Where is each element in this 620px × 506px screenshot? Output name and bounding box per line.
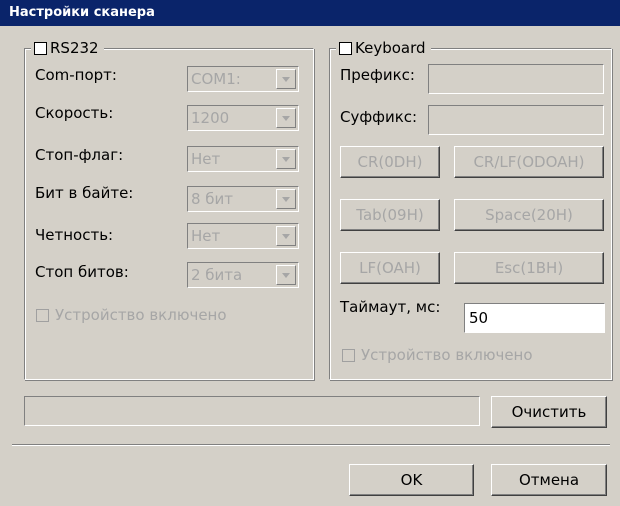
rs232-groupbox: RS232	[24, 38, 314, 380]
clear-button[interactable]: Очистить	[491, 396, 607, 428]
rs232-checkbox[interactable]	[34, 41, 47, 55]
com-port-value: COM1:	[191, 70, 241, 88]
lf-button[interactable]: LF(OAH)	[340, 252, 440, 284]
keyboard-legend: Keyboard	[336, 38, 431, 58]
separator	[12, 444, 610, 446]
esc-button[interactable]: Esc(1BH)	[454, 252, 604, 284]
speed-label: Скорость:	[35, 104, 114, 122]
prefix-label: Префикс:	[340, 66, 415, 84]
tab-button[interactable]: Tab(09H)	[340, 199, 440, 231]
bits-per-byte-select[interactable]: 8 бит	[187, 186, 299, 212]
timeout-label: Таймаут, мс:	[340, 298, 441, 316]
suffix-label: Суффикс:	[340, 108, 418, 126]
rs232-device-enabled-checkbox[interactable]	[36, 308, 49, 322]
keyboard-checkbox[interactable]	[339, 41, 352, 55]
rs232-device-enabled[interactable]: Устройство включено	[36, 306, 227, 324]
bits-per-byte-value: 8 бит	[191, 190, 234, 208]
keyboard-device-enabled[interactable]: Устройство включено	[342, 346, 533, 364]
chevron-down-icon[interactable]	[276, 108, 296, 128]
stop-flag-label: Стоп-флаг:	[35, 146, 124, 164]
keyboard-device-enabled-checkbox[interactable]	[342, 348, 355, 362]
chevron-down-icon[interactable]	[276, 69, 296, 89]
stop-bits-value: 2 бита	[191, 266, 243, 284]
stop-flag-select[interactable]: Нет	[187, 146, 299, 172]
stop-bits-label: Стоп битов:	[35, 263, 129, 281]
com-port-label: Com-порт:	[35, 66, 117, 84]
ok-button[interactable]: OK	[349, 464, 474, 496]
scanner-settings-dialog: Настройки сканера RS232 Com-порт: COM1: …	[0, 0, 620, 506]
chevron-down-icon[interactable]	[276, 265, 296, 285]
stop-bits-select[interactable]: 2 бита	[187, 262, 299, 288]
space-button[interactable]: Space(20H)	[454, 199, 604, 231]
rs232-device-enabled-label: Устройство включено	[55, 306, 227, 324]
chevron-down-icon[interactable]	[276, 149, 296, 169]
bits-per-byte-label: Бит в байте:	[35, 184, 134, 202]
parity-label: Четность:	[35, 226, 114, 244]
suffix-field[interactable]	[428, 105, 604, 135]
keyboard-legend-label: Keyboard	[355, 39, 426, 57]
rs232-legend-label: RS232	[50, 39, 99, 57]
chevron-down-icon[interactable]	[276, 189, 296, 209]
stop-flag-value: Нет	[191, 150, 221, 168]
chevron-down-icon[interactable]	[276, 226, 296, 246]
rs232-legend: RS232	[31, 38, 104, 58]
parity-select[interactable]: Нет	[187, 223, 299, 249]
prefix-field[interactable]	[428, 64, 604, 94]
crlf-button[interactable]: CR/LF(ODOAH)	[454, 146, 604, 178]
speed-value: 1200	[191, 109, 230, 127]
keyboard-device-enabled-label: Устройство включено	[361, 346, 533, 364]
speed-select[interactable]: 1200	[187, 105, 299, 131]
scan-output-field	[24, 396, 480, 426]
cr-button[interactable]: CR(0DH)	[340, 146, 440, 178]
com-port-select[interactable]: COM1:	[187, 66, 299, 92]
timeout-field[interactable]: 50	[464, 303, 605, 333]
cancel-button[interactable]: Отмена	[491, 464, 607, 496]
parity-value: Нет	[191, 227, 221, 245]
window-title: Настройки сканера	[0, 0, 620, 26]
